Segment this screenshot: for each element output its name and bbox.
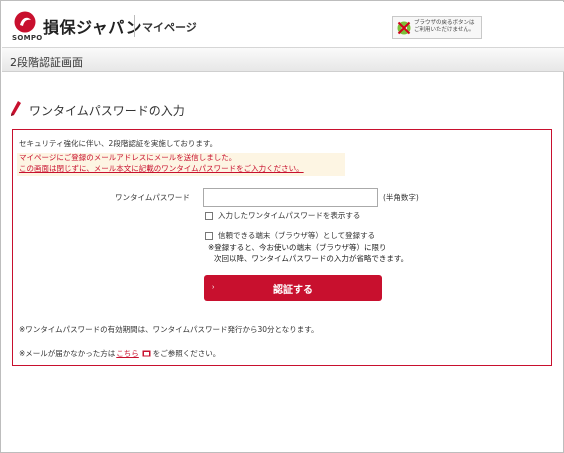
authenticate-button[interactable]: › 認証する xyxy=(204,275,382,301)
header: SOMPO 損保ジャパン マイページ ブラウザの戻るボタンは ご利用いただけませ… xyxy=(2,2,564,47)
page-frame: SOMPO 損保ジャパン マイページ ブラウザの戻るボタンは ご利用いただけませ… xyxy=(0,0,564,453)
external-window-icon xyxy=(142,350,151,357)
trust-device-option[interactable]: 信頼できる端末（ブラウザ等）として登録する xyxy=(205,230,375,241)
alert-line-2: この画面は閉じずに、メール本文に記載のワンタイムパスワードをご入力ください。 xyxy=(19,163,304,173)
browser-back-notice: ブラウザの戻るボタンは ご利用いただけません。 xyxy=(392,16,482,39)
browser-notice-line2: ご利用いただけません。 xyxy=(414,27,475,33)
otp-label: ワンタイムパスワード xyxy=(115,193,190,202)
sompo-logo-icon xyxy=(14,11,36,33)
browser-notice-line1: ブラウザの戻るボタンは xyxy=(414,20,475,26)
trust-note-1: ※登録すると、今お使いの端末（ブラウザ等）に限り xyxy=(208,243,387,252)
no-back-button-icon xyxy=(397,21,411,35)
brand-sub-logo: SOMPO xyxy=(12,34,43,42)
mail-note-suffix: をご参照ください。 xyxy=(152,349,221,358)
otp-input[interactable] xyxy=(203,188,378,207)
intro-text: セキュリティ強化に伴い、2段階認証を実施しております。 xyxy=(19,139,218,148)
authenticate-button-label: 認証する xyxy=(273,285,313,296)
otp-hint: (半角数字) xyxy=(383,193,419,202)
mail-note-prefix: ※メールが届かなかった方は xyxy=(19,349,116,358)
mail-not-received-note: ※メールが届かなかった方は こちら をご参照ください。 xyxy=(19,348,220,359)
trust-note-2: 次回以降、ワンタイムパスワードの入力が省略できます。 xyxy=(214,254,409,263)
section-title: ワンタイムパスワードの入力 xyxy=(29,104,185,118)
show-password-checkbox[interactable] xyxy=(205,211,213,220)
help-link[interactable]: こちら xyxy=(116,348,139,359)
otp-form-box: セキュリティ強化に伴い、2段階認証を実施しております。 マイページにご登録のメー… xyxy=(12,129,552,366)
show-password-option[interactable]: 入力したワンタイムパスワードを表示する xyxy=(205,210,360,221)
alert-line-1: マイページにご登録のメールアドレスにメールを送信しました。 xyxy=(19,153,237,162)
brand-name: 損保ジャパン xyxy=(43,18,143,37)
validity-note: ※ワンタイムパスワードの有効期間は、ワンタイムパスワード発行から30分となります… xyxy=(19,325,319,334)
pencil-icon xyxy=(11,101,21,116)
brand-divider xyxy=(134,15,135,37)
trust-device-label: 信頼できる端末（ブラウザ等）として登録する xyxy=(218,231,376,240)
show-password-label: 入力したワンタイムパスワードを表示する xyxy=(218,211,361,220)
page-titlebar: 2段階認証画面 xyxy=(2,47,564,72)
trust-device-checkbox[interactable] xyxy=(205,231,213,240)
mail-sent-alert: マイページにご登録のメールアドレスにメールを送信しました。 この画面は閉じずに、… xyxy=(17,153,345,176)
mypage-label: マイページ xyxy=(142,21,197,34)
page-title: 2段階認証画面 xyxy=(10,56,83,69)
browser-back-notice-text: ブラウザの戻るボタンは ご利用いただけません。 xyxy=(414,20,480,34)
